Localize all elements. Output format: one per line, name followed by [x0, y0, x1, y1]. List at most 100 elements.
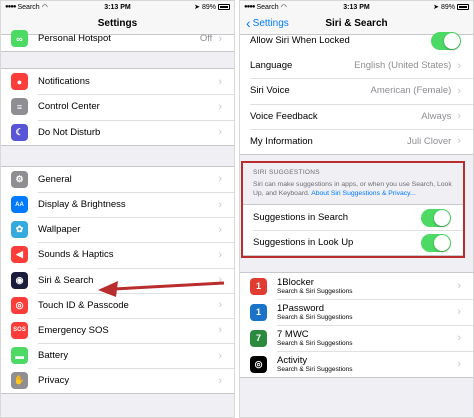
app-subtitle: Search & Siri Suggestions: [277, 314, 353, 322]
app-row-1blocker[interactable]: 1 1Blocker Search & Siri Suggestions ›: [240, 273, 473, 299]
chevron-right-icon: ›: [218, 126, 222, 139]
row-value: Always: [421, 110, 452, 122]
settings-row-language[interactable]: Language English (United States) ›: [240, 53, 473, 78]
app-text: 1Blocker Search & Siri Suggestions: [277, 277, 457, 295]
app-row-1password[interactable]: 1 1Password Search & Siri Suggestions ›: [240, 299, 473, 325]
settings-row-my-information[interactable]: My Information Juli Clover ›: [240, 128, 473, 154]
row-label: Voice Feedback: [250, 110, 318, 122]
suggestions-in-look-up-toggle[interactable]: [421, 233, 451, 252]
location-icon: ➤: [194, 4, 200, 11]
row-label: Suggestions in Look Up: [253, 237, 354, 249]
chevron-right-icon: ›: [218, 173, 222, 186]
app-subtitle: Search & Siri Suggestions: [277, 366, 353, 374]
siri-icon: ◉: [11, 271, 28, 289]
text-size-icon: AA: [11, 196, 28, 214]
7mwc-icon: 7: [250, 329, 267, 347]
pointer-arrow: [98, 281, 225, 297]
row-label: Battery: [38, 350, 69, 362]
sliders-icon: ≡: [11, 98, 28, 116]
chevron-right-icon: ›: [457, 135, 461, 148]
settings-row-notifications[interactable]: ● Notifications ›: [1, 69, 234, 94]
hotspot-group: ∞ Personal Hotspot Off ›: [1, 26, 234, 53]
section-description: Siri can make suggestions in apps, or wh…: [243, 180, 463, 204]
chevron-right-icon: ›: [218, 32, 222, 45]
chevron-right-icon: ›: [457, 358, 461, 371]
app-text: 1Password Search & Siri Suggestions: [277, 303, 457, 321]
row-label: Personal Hotspot: [38, 33, 111, 45]
chevron-right-icon: ›: [457, 332, 461, 345]
chevron-right-icon: ›: [218, 223, 222, 236]
row-label: Emergency SOS: [38, 324, 109, 336]
chevron-right-icon: ›: [218, 299, 222, 312]
row-label: Control Center: [38, 101, 100, 113]
settings-row-battery[interactable]: ▬ Battery ›: [1, 343, 234, 368]
settings-row-voice-feedback[interactable]: Voice Feedback Always ›: [240, 103, 473, 129]
suggestions-toggle-group: Suggestions in Search Suggestions in Look…: [243, 203, 463, 257]
chevron-right-icon: ›: [457, 306, 461, 319]
1password-icon: 1: [250, 303, 267, 321]
settings-group-notifications: ● Notifications › ≡ Control Center › ☾ Do Not D…: [1, 68, 234, 146]
settings-row-general[interactable]: ⚙ General ›: [1, 167, 234, 192]
app-text: Activity Search & Siri Suggestions: [277, 355, 457, 373]
chevron-right-icon: ›: [218, 374, 222, 387]
row-label: Sounds & Haptics: [38, 249, 114, 261]
back-label: Settings: [252, 17, 289, 29]
chevron-right-icon: ›: [457, 59, 461, 72]
flower-icon: ✿: [11, 221, 28, 239]
settings-row-sounds-haptics[interactable]: ◀ Sounds & Haptics ›: [1, 242, 234, 267]
siri-settings-group: Allow Siri When Locked Language English (…: [240, 28, 473, 155]
row-label: Notifications: [38, 76, 90, 88]
suggestions-in-search-toggle[interactable]: [421, 208, 451, 227]
app-name: 1Password: [277, 303, 324, 315]
settings-row-control-center[interactable]: ≡ Control Center ›: [1, 94, 234, 119]
row-label: Wallpaper: [38, 224, 81, 236]
siri-suggestions-highlight: SIRI SUGGESTIONS Siri can make suggestio…: [241, 160, 465, 259]
chevron-right-icon: ›: [218, 100, 222, 113]
row-label: Do Not Disturb: [38, 126, 101, 138]
settings-row-personal-hotspot[interactable]: ∞ Personal Hotspot Off ›: [1, 26, 234, 51]
row-value: Off: [199, 33, 213, 45]
toggle-row-suggestions-in-look-up: Suggestions in Look Up: [243, 230, 463, 255]
fingerprint-icon: ◎: [11, 296, 28, 314]
battery-icon: ▬: [11, 347, 28, 365]
about-privacy-link[interactable]: About Siri Suggestions & Privacy...: [311, 190, 416, 197]
siri-search-screen: ●●●● Search ◠ 3:13 PM ➤ 89% ‹ Settings S…: [239, 0, 474, 418]
row-label: Display & Brightness: [38, 199, 126, 211]
app-subtitle: Search & Siri Suggestions: [277, 288, 353, 296]
chevron-right-icon: ›: [457, 110, 461, 123]
row-label: General: [38, 173, 72, 185]
chevron-right-icon: ›: [457, 280, 461, 293]
gear-icon: ⚙: [11, 170, 28, 188]
chevron-right-icon: ›: [218, 349, 222, 362]
settings-row-display-brightness[interactable]: AA Display & Brightness ›: [1, 191, 234, 217]
hand-icon: ✋: [11, 372, 28, 390]
toggle-row-suggestions-in-search: Suggestions in Search: [243, 205, 463, 230]
sos-icon: SOS: [11, 321, 28, 339]
app-name: Activity: [277, 355, 308, 367]
settings-row-wallpaper[interactable]: ✿ Wallpaper ›: [1, 217, 234, 242]
row-value: English (United States): [354, 60, 452, 72]
settings-row-siri-voice[interactable]: Siri Voice American (Female) ›: [240, 78, 473, 103]
speaker-icon: ◀: [11, 246, 28, 264]
settings-row-do-not-disturb[interactable]: ☾ Do Not Disturb ›: [1, 119, 234, 145]
app-text: 7 MWC Search & Siri Suggestions: [277, 329, 457, 347]
app-name: 1Blocker: [277, 277, 314, 289]
chevron-right-icon: ›: [218, 248, 222, 261]
app-row-activity[interactable]: ◎ Activity Search & Siri Suggestions ›: [240, 351, 473, 377]
settings-row-emergency-sos[interactable]: SOS Emergency SOS ›: [1, 317, 234, 343]
allow-siri-locked-row: Allow Siri When Locked: [240, 28, 473, 53]
row-value: Juli Clover: [406, 135, 452, 147]
app-subtitle: Search & Siri Suggestions: [277, 340, 353, 348]
battery-icon: [457, 4, 469, 10]
battery-icon: [218, 4, 230, 10]
row-value: American (Female): [370, 85, 452, 97]
battery-percent: 89%: [440, 3, 455, 11]
status-bar: ●●●● Search ◠ 3:13 PM ➤ 89%: [1, 1, 234, 13]
app-row-7-mwc[interactable]: 7 7 MWC Search & Siri Suggestions ›: [240, 325, 473, 351]
location-icon: ➤: [433, 4, 439, 11]
row-label: Suggestions in Search: [253, 212, 349, 224]
activity-rings-icon: ◎: [250, 355, 267, 373]
settings-row-privacy[interactable]: ✋ Privacy ›: [1, 368, 234, 393]
row-label: Touch ID & Passcode: [38, 299, 129, 311]
allow-siri-locked-toggle[interactable]: [431, 31, 461, 50]
